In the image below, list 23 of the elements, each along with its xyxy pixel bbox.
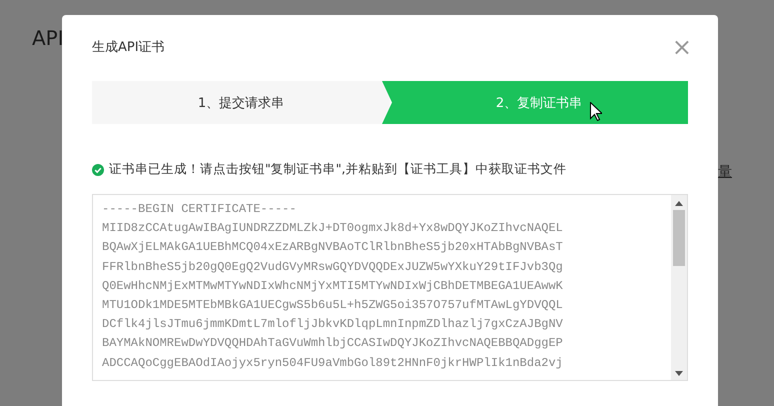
certificate-line: DCflk4jlsJTmu6jmmKDmtL7mlofljJbkvKDlqpLmnInpmZDlhazlj7gxCzAJBgNV <box>102 316 564 334</box>
close-button[interactable]: × <box>672 37 692 57</box>
certificate-line: BAYMAkNOMREwDwYDVQQHDAhTaGVuWmhlbjCCASIwDQYJKoZIhvcNAQEBBQADggEP <box>102 335 564 352</box>
certificate-line: -----BEGIN CERTIFICATE----- <box>102 201 298 218</box>
link[interactable]: 量 <box>718 163 732 181</box>
cursor-icon <box>590 102 602 121</box>
scroll-up-icon[interactable] <box>675 201 683 206</box>
certificate-line: BQAwXjELMAkGA1UEBhMCQ04xEzARBgNVBAoTClRlbnBheS5jb20xHTAbBgNVBAsT <box>102 239 564 256</box>
certificate-field[interactable] <box>92 194 688 381</box>
step-tab[interactable]: 2、复制证书串 <box>382 81 688 124</box>
certificate-line: MIID8zCCAtugAwIBAgIUNDRZZDMLZkJ+DT0ogmxJk8d+Yx8wDQYJKoZIhvcNAQEL <box>102 220 564 238</box>
certificate-line: MTU1ODk1MDE5MTEbMBkGA1UECgwS5b6u5L+h5ZWG5oi357O757ufMTAwLgYDVQQL <box>102 297 564 314</box>
success-message: 证书串已生成！请点击按钮"复制证书串",并粘贴到【证书工具】中获取证书文件 <box>109 161 566 178</box>
scroll-down-icon[interactable] <box>675 371 683 376</box>
step-tab[interactable]: 1、提交请求串 <box>92 81 390 124</box>
certificate-line: FFRlbnBheS5jb20gQ0EgQ2VudGVyMRswGQYDVQQDExJUZW5wYXkuY29tIFJvb3Qg <box>102 258 564 276</box>
check-circle-icon <box>92 164 104 176</box>
dialog-title: 生成API证书 <box>92 39 165 56</box>
certificate-line: Q0EwHhcNMjExMTMwMTYwNDIxWhcNMjYxMTI5MTYwNDIxWjCBhDETMBEGA1UEAwwK <box>102 278 564 295</box>
scrollbar[interactable] <box>671 195 687 380</box>
certificate-line: ADCCAQoCggEBAOdIAojyx5ryn504FU9aVmbGol89t2HNnF0jkrHWPlIk1nBda2vj <box>102 354 564 372</box>
scrollbar-thumb[interactable] <box>673 210 685 266</box>
page-title: API <box>32 26 64 50</box>
